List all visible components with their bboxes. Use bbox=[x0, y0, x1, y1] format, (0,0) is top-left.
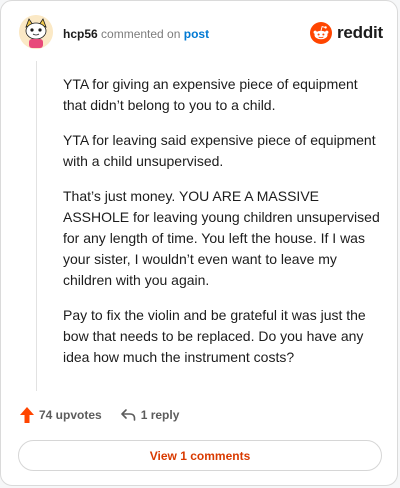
reply-arrow-icon bbox=[120, 409, 136, 421]
comment-header: hcp56 commented on post reddit bbox=[19, 15, 383, 51]
upvote-arrow-icon bbox=[20, 407, 34, 423]
comment-card: hcp56 commented on post reddit YTA for g… bbox=[0, 0, 398, 486]
comment-paragraph: YTA for giving an expensive piece of equ… bbox=[63, 76, 358, 113]
comment-paragraph: That’s just money. YOU ARE A MASSIVE ASS… bbox=[63, 188, 380, 288]
user-avatar[interactable] bbox=[19, 15, 53, 49]
comment-paragraph: Pay to fix the violin and be grateful it… bbox=[63, 307, 366, 365]
comment-actions: 74 upvotes 1 reply bbox=[19, 405, 379, 425]
post-link[interactable]: post bbox=[184, 27, 209, 41]
action-text: commented on bbox=[101, 27, 181, 41]
reddit-brand[interactable]: reddit bbox=[309, 21, 383, 45]
reply-button[interactable]: 1 reply bbox=[120, 408, 180, 422]
upvote-button[interactable]: 74 upvotes bbox=[19, 406, 102, 424]
snoo-avatar-icon bbox=[19, 15, 53, 49]
comment-body: YTA for giving an expensive piece of equ… bbox=[63, 74, 381, 382]
view-comments-button[interactable]: View 1 comments bbox=[18, 440, 382, 471]
reply-count: 1 reply bbox=[140, 408, 180, 422]
thread-line[interactable] bbox=[36, 61, 37, 391]
reddit-snoo-icon bbox=[309, 22, 332, 44]
upvote-count: 74 upvotes bbox=[39, 408, 102, 422]
reddit-wordmark: reddit bbox=[336, 23, 383, 42]
comment-meta: hcp56 commented on post bbox=[63, 27, 209, 41]
comment-paragraph: YTA for leaving said expensive piece of … bbox=[63, 132, 376, 169]
username-link[interactable]: hcp56 bbox=[63, 27, 98, 41]
